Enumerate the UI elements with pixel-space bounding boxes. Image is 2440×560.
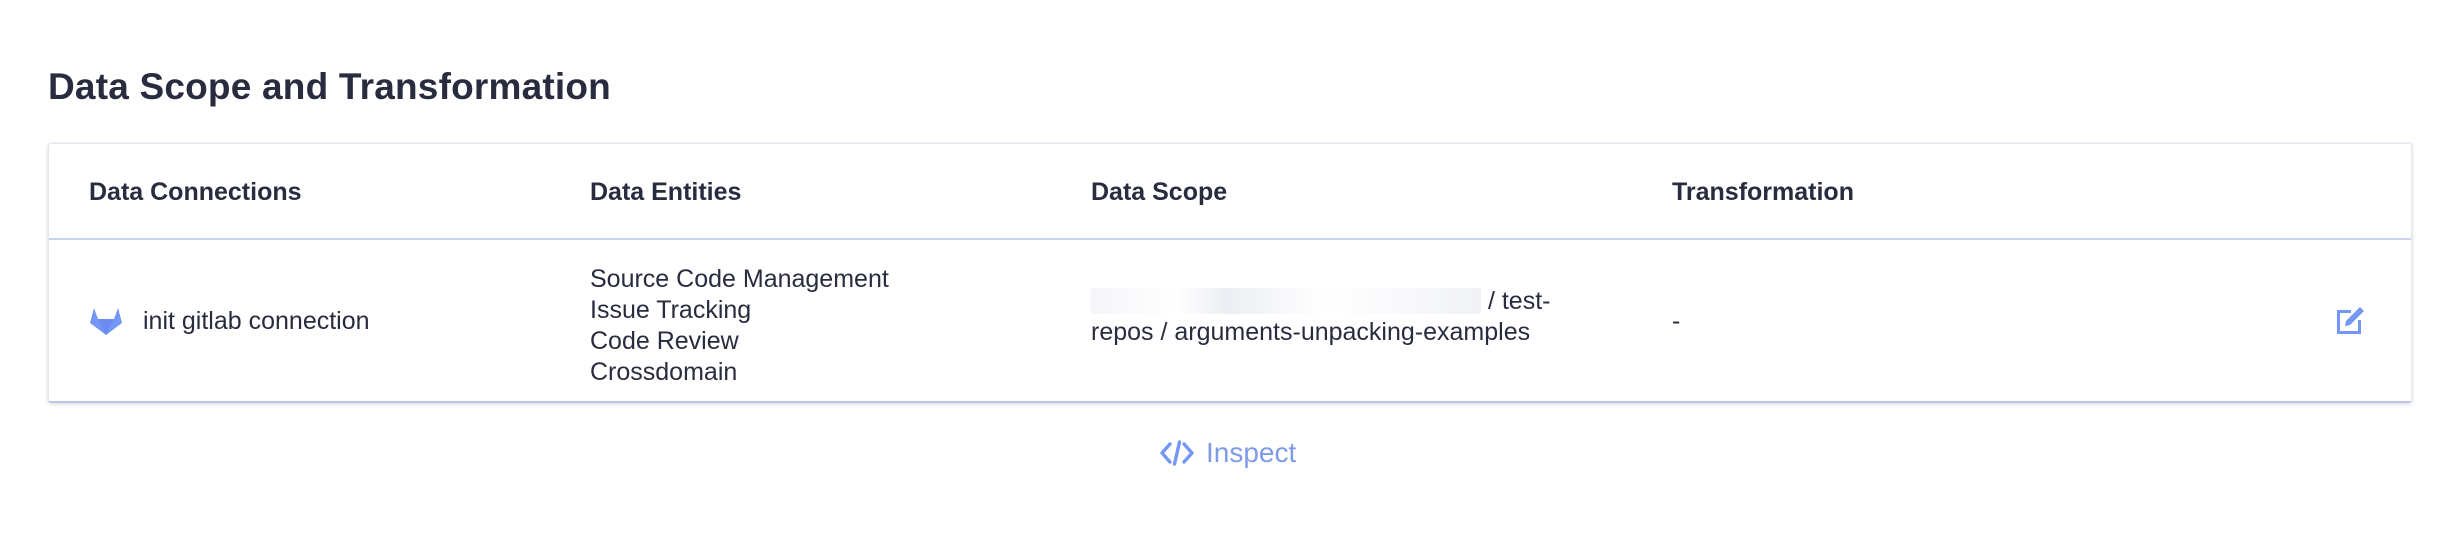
code-icon [1160,440,1194,466]
connection-cell: init gitlab connection [89,240,370,402]
table-row: init gitlab connection Source Code Manag… [49,240,2411,402]
entity-item: Code Review [590,327,739,355]
scope-line-1: / test- [1487,287,1551,315]
inspect-label: Inspect [1206,437,1297,468]
redacted-scope-path [1091,288,1481,314]
table-header: Data Connections Data Entities Data Scop… [49,144,2411,240]
data-scope-table: Data Connections Data Entities Data Scop… [48,143,2412,403]
header-data-connections: Data Connections [89,178,302,206]
entity-item: Issue Tracking [590,296,752,324]
inspect-button[interactable]: Inspect [1160,437,1296,469]
page: Data Scope and Transformation Data Conne… [0,0,2440,560]
edit-button[interactable] [2331,304,2367,340]
entity-item: Crossdomain [590,358,738,386]
header-data-scope: Data Scope [1091,178,1228,206]
scope-line-2: repos / arguments-unpacking-examples [1091,318,1531,346]
section-title: Data Scope and Transformation [48,66,611,107]
connection-name: init gitlab connection [143,306,370,335]
data-entities-list: Source Code Management Issue Tracking Co… [590,264,889,388]
gitlab-icon [89,306,123,336]
data-scope-cell: / test- repos / arguments-unpacking-exam… [1091,286,1561,348]
entity-item: Source Code Management [590,265,889,293]
header-data-entities: Data Entities [590,178,742,206]
transformation-cell: - [1672,306,1681,335]
header-transformation: Transformation [1672,178,1854,206]
edit-icon [2337,307,2364,334]
